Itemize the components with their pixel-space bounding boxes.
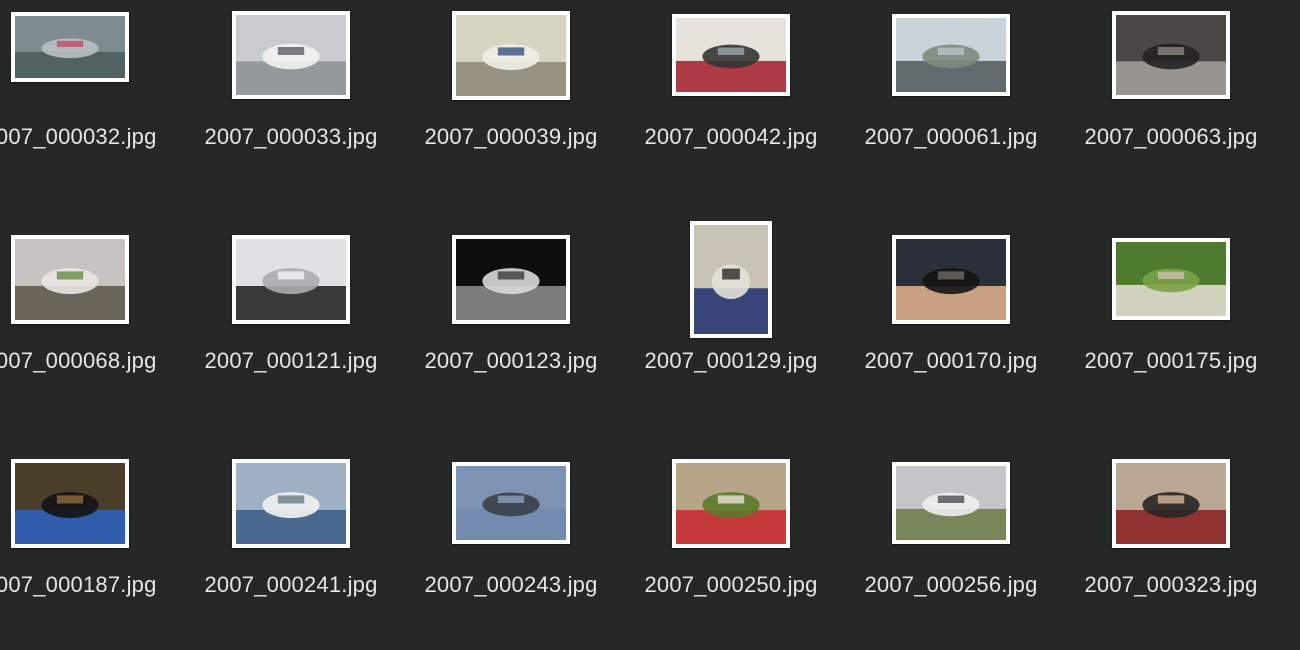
dual-monitors-image: [236, 238, 346, 320]
train-at-night-image: [456, 238, 566, 320]
file-thumbnail[interactable]: [1112, 458, 1230, 548]
man-in-tshirt-image: [896, 238, 1006, 320]
file-thumbnail[interactable]: [232, 458, 350, 548]
file-thumbnail[interactable]: [452, 234, 570, 324]
river-with-boats-image: [896, 18, 1006, 92]
file-thumbnail[interactable]: [892, 14, 1010, 96]
file-item[interactable]: 2007_000039.jpg: [401, 0, 621, 200]
airport-tarmac-image: [15, 15, 125, 78]
boats-on-bay-image: [236, 462, 346, 544]
file-thumbnail[interactable]: [690, 220, 772, 338]
file-thumbnail[interactable]: [232, 11, 350, 99]
tram-cars-image: [676, 18, 786, 92]
file-thumbnail[interactable]: [892, 234, 1010, 324]
file-item[interactable]: 2007_000121.jpg: [181, 224, 401, 424]
file-name-label: 2007_000175.jpg: [1084, 348, 1258, 373]
file-item[interactable]: 2007_000323.jpg: [1061, 448, 1281, 648]
file-item[interactable]: 2007_000187.jpg: [0, 448, 180, 648]
file-thumbnail[interactable]: [11, 11, 129, 82]
file-thumbnail[interactable]: [1112, 11, 1230, 99]
file-thumbnail[interactable]: [1112, 238, 1230, 320]
file-thumbnail[interactable]: [672, 14, 790, 96]
file-item[interactable]: 2007_000061.jpg: [841, 0, 1061, 200]
file-item[interactable]: 2007_000175.jpg: [1061, 224, 1281, 424]
candles-and-fruit-image: [676, 462, 786, 544]
file-item[interactable]: 2007_000241.jpg: [181, 448, 401, 648]
heron-on-path-image: [15, 238, 125, 320]
file-thumbnail[interactable]: [11, 234, 129, 324]
file-item[interactable]: 2007_000243.jpg: [401, 448, 621, 648]
file-name-label: 2007_000323.jpg: [1084, 572, 1258, 597]
file-thumbnail[interactable]: [232, 234, 350, 324]
track-cyclists-image: [694, 224, 768, 334]
file-icon-grid: 2007_000032.jpg 2007_000033.jpg 2007_000…: [0, 0, 1300, 650]
file-item[interactable]: 2007_000256.jpg: [841, 448, 1061, 648]
couple-portrait-image: [1116, 462, 1226, 544]
dog-in-chair-image: [1116, 15, 1226, 95]
file-item[interactable]: 2007_000032.jpg: [0, 0, 180, 200]
file-item[interactable]: 2007_000033.jpg: [181, 0, 401, 200]
lamb-on-grass-image: [1116, 242, 1226, 316]
file-name-label: 2007_000063.jpg: [1084, 124, 1258, 149]
file-item[interactable]: 2007_000042.jpg: [621, 0, 841, 200]
file-item[interactable]: 2007_000123.jpg: [401, 224, 621, 424]
file-thumbnail[interactable]: [11, 458, 129, 548]
file-thumbnail[interactable]: [892, 462, 1010, 544]
file-item[interactable]: 2007_000170.jpg: [841, 224, 1061, 424]
crt-and-speakers-image: [15, 462, 125, 544]
file-item[interactable]: 2007_000129.jpg: [621, 220, 841, 424]
airliner-takeoff-image: [896, 466, 1006, 540]
airliner-at-gate-image: [236, 15, 346, 95]
jet-in-sky-image: [456, 466, 566, 540]
file-thumbnail[interactable]: [452, 462, 570, 544]
file-item[interactable]: 2007_000063.jpg: [1061, 0, 1281, 200]
file-thumbnail[interactable]: [672, 458, 790, 548]
file-thumbnail[interactable]: [452, 10, 570, 100]
file-item[interactable]: 2007_000250.jpg: [621, 448, 841, 648]
desktop-computer-image: [456, 14, 566, 96]
file-item[interactable]: 2007_000068.jpg: [0, 224, 180, 424]
